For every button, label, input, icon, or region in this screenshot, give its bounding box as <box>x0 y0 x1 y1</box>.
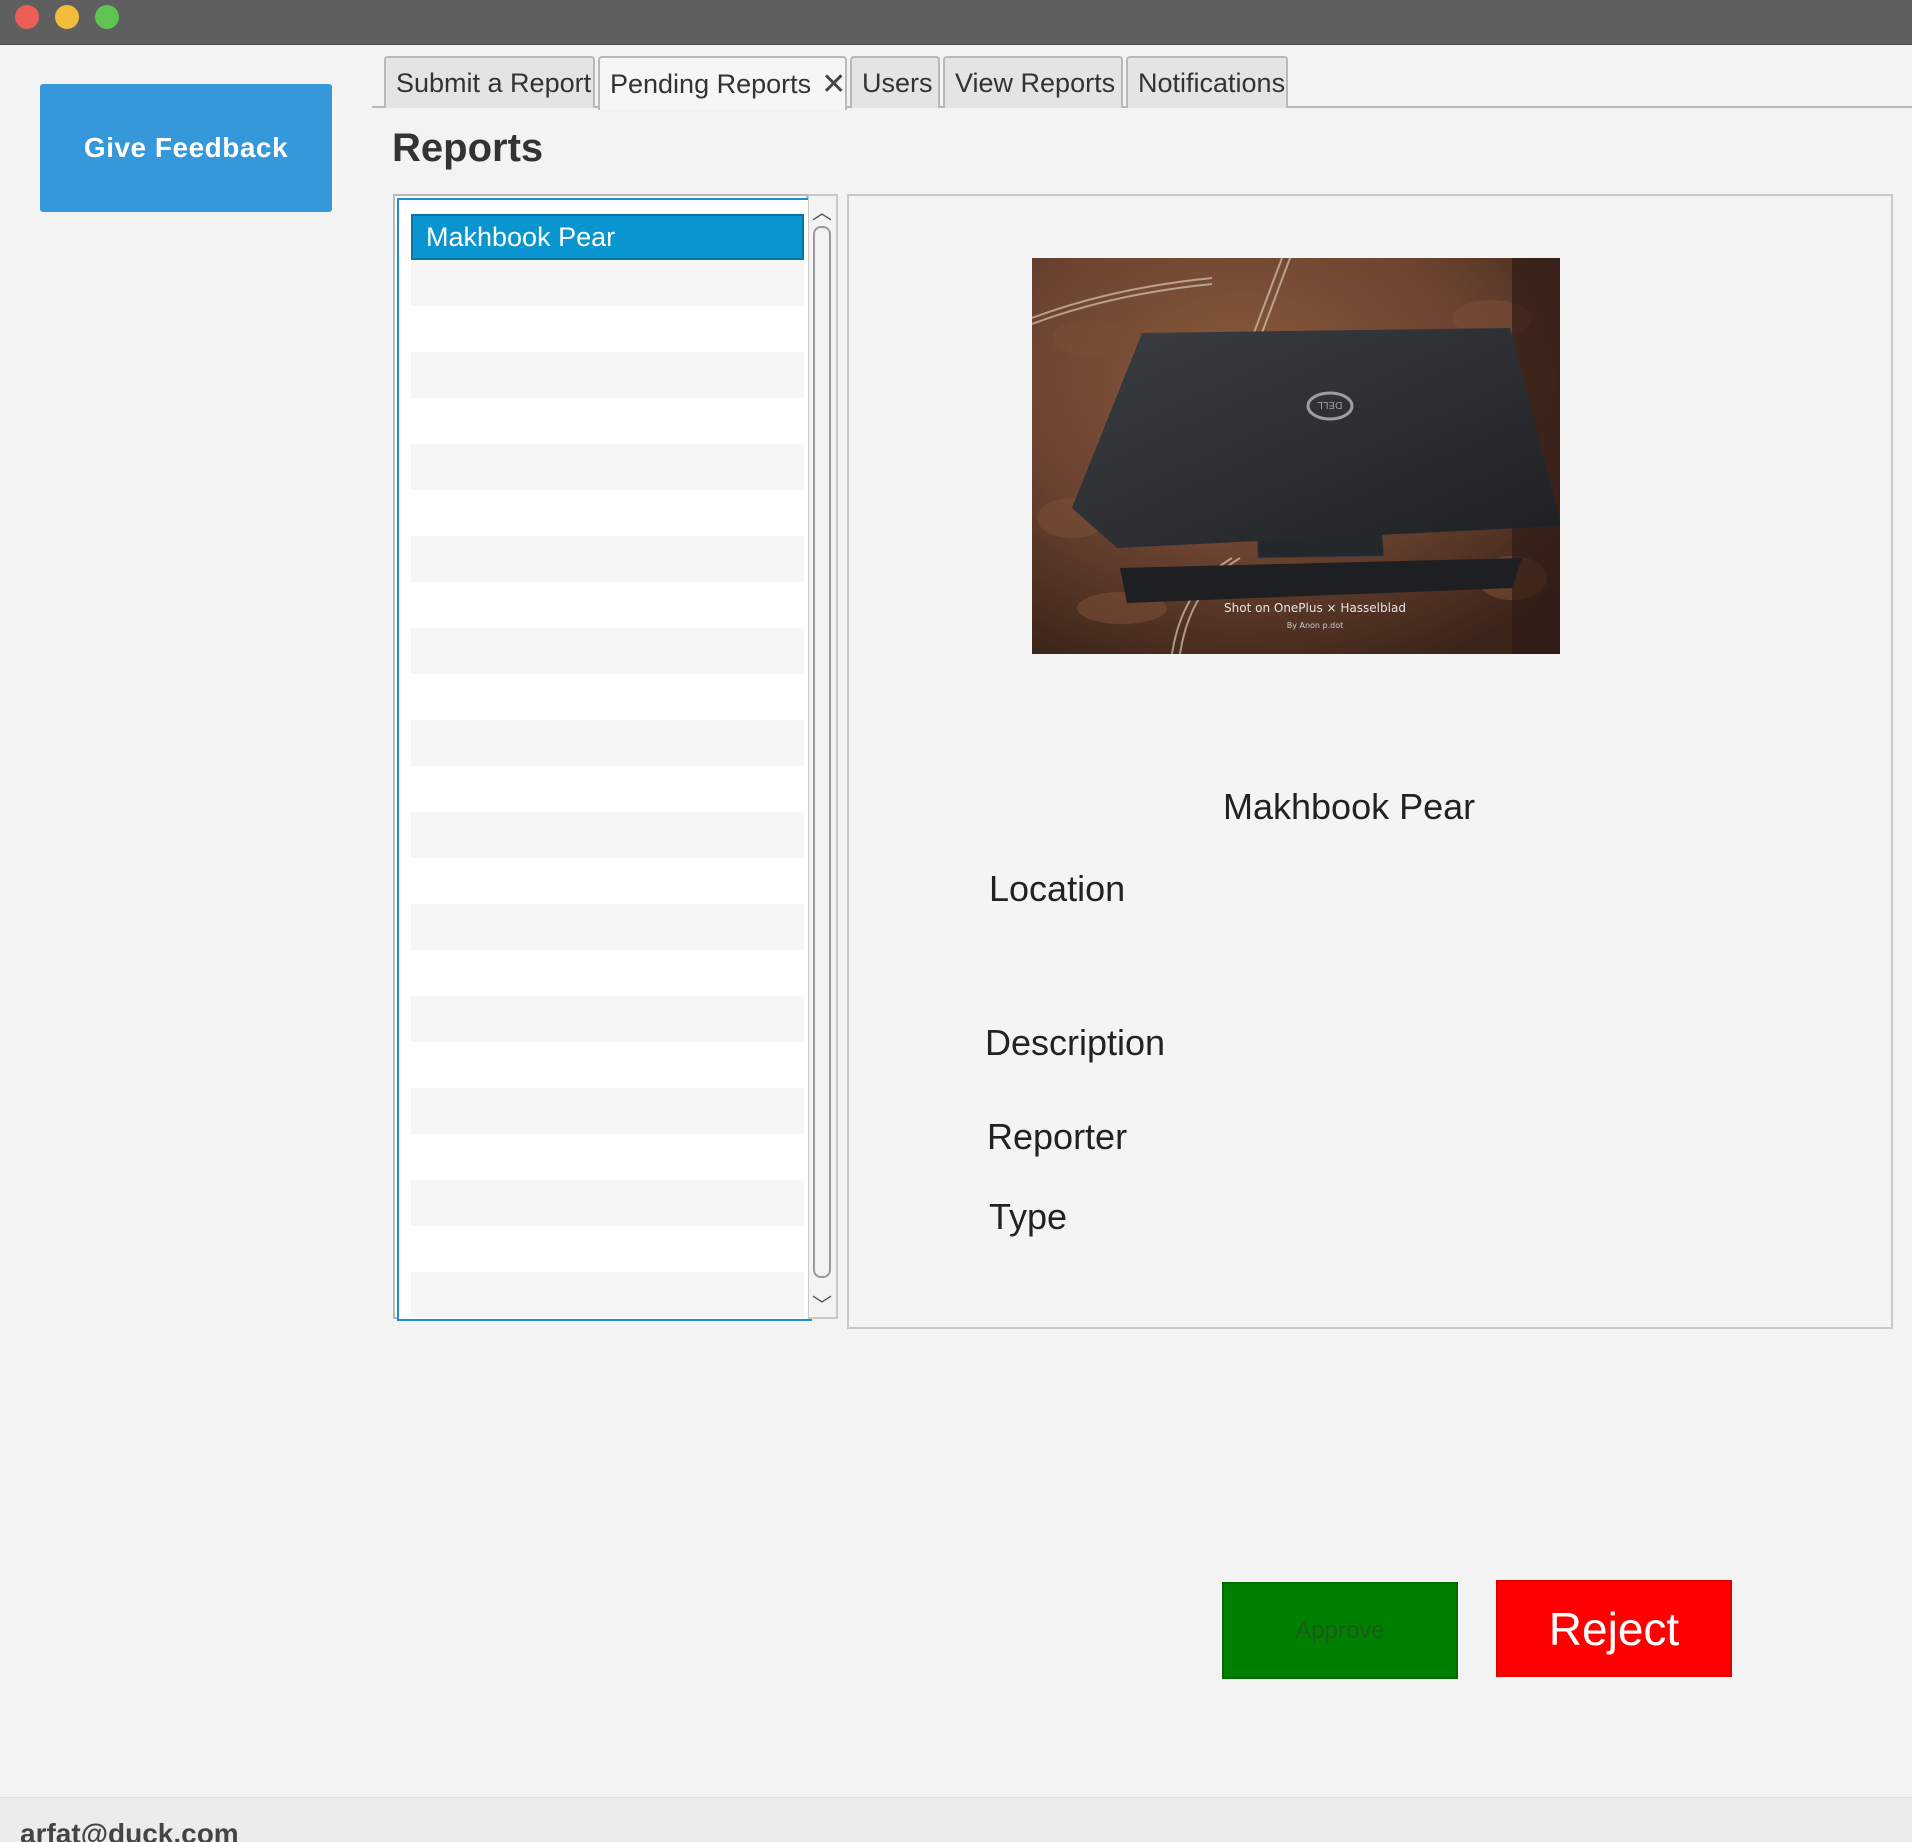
scroll-down-icon[interactable]: ﹀ <box>809 1291 835 1317</box>
report-detail-panel: DELL Shot on OnePlus × Hasselblad By Ano… <box>847 194 1893 1329</box>
page-title: Reports <box>392 126 544 170</box>
list-row-empty <box>411 996 804 1042</box>
list-scrollbar[interactable]: ︿ ﹀ <box>808 194 838 1319</box>
tab-pending-reports[interactable]: Pending Reports ✕ <box>598 56 847 110</box>
tab-submit-report[interactable]: Submit a Report <box>384 56 595 108</box>
tab-notifications[interactable]: Notifications <box>1126 56 1288 108</box>
scroll-up-icon[interactable]: ︿ <box>809 198 835 224</box>
list-row-empty <box>411 812 804 858</box>
close-window-button[interactable] <box>15 5 39 29</box>
reporter-label: Reporter <box>987 1116 1128 1157</box>
status-bar: arfat@duck.com <box>0 1797 1912 1842</box>
list-row-empty <box>411 444 804 490</box>
tab-view-reports[interactable]: View Reports <box>943 56 1123 108</box>
report-photo: DELL Shot on OnePlus × Hasselblad By Ano… <box>1032 258 1560 654</box>
tab-users[interactable]: Users <box>850 56 940 108</box>
list-row-empty <box>411 720 804 766</box>
list-row-empty <box>411 260 804 306</box>
tab-label: Submit a Report <box>396 67 592 98</box>
list-row-empty <box>411 628 804 674</box>
reject-button[interactable]: Reject <box>1496 1580 1732 1677</box>
tab-label: View Reports <box>955 67 1116 98</box>
minimize-window-button[interactable] <box>55 5 79 29</box>
photo-watermark: Shot on OnePlus × Hasselblad <box>1224 601 1406 615</box>
tab-label: Notifications <box>1138 67 1286 98</box>
give-feedback-button[interactable]: Give Feedback <box>40 84 332 212</box>
list-row-empty <box>411 1180 804 1226</box>
list-row-empty <box>411 904 804 950</box>
approve-button[interactable]: Approve <box>1222 1582 1458 1679</box>
type-label: Type <box>989 1196 1068 1237</box>
svg-text:DELL: DELL <box>1317 399 1343 410</box>
description-label: Description <box>985 1022 1166 1063</box>
list-item[interactable]: Makhbook Pear <box>411 214 804 260</box>
list-row-empty <box>411 1088 804 1134</box>
close-tab-icon[interactable]: ✕ <box>821 67 846 102</box>
tab-bar: Submit a Report Pending Reports ✕ Users … <box>372 54 1912 110</box>
photo-watermark-sub: By Anon p.dot <box>1287 621 1344 630</box>
list-row-empty <box>411 1272 804 1318</box>
reports-list[interactable]: Makhbook Pear <box>393 194 812 1321</box>
zoom-window-button[interactable] <box>95 5 119 29</box>
report-name: Makhbook Pear <box>1223 786 1476 827</box>
tab-label: Pending Reports <box>610 68 812 99</box>
window-titlebar <box>0 0 1912 45</box>
user-email: arfat@duck.com <box>20 1818 239 1842</box>
list-row-empty <box>411 536 804 582</box>
reports-list-viewport: Makhbook Pear <box>397 198 812 1321</box>
scroll-thumb[interactable] <box>813 226 831 1278</box>
list-row-empty <box>411 352 804 398</box>
tab-label: Users <box>862 67 933 98</box>
location-label: Location <box>989 868 1126 909</box>
